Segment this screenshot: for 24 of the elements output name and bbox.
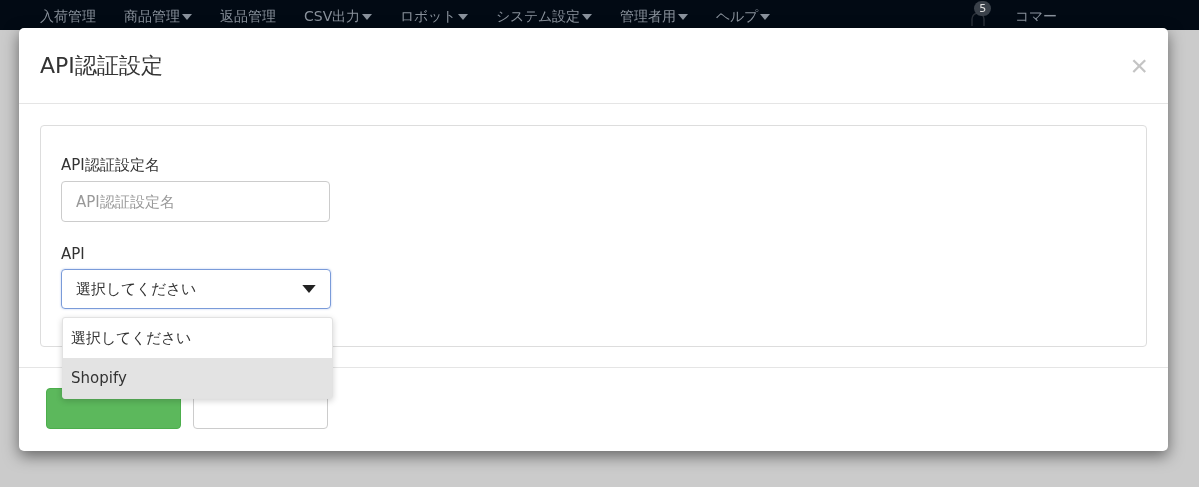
caret-icon [458,14,469,20]
user-menu[interactable]: コマー [1015,8,1058,30]
caret-icon [362,14,373,20]
field-label: API [61,245,86,263]
caret-icon [582,14,593,20]
nav-menu-item[interactable]: 入荷管理 [40,8,96,30]
nav-menu-item[interactable]: 返品管理 [220,8,276,30]
dropdown-option[interactable]: 選択してください [63,318,332,358]
caret-icon [302,285,316,293]
modal-title: API認証設定 [40,51,163,80]
notification-badge: 5 [974,1,992,16]
nav-menu-item[interactable]: 商品管理 [124,8,192,30]
caret-icon [760,14,771,20]
select-field[interactable]: 選択してください [61,269,331,309]
dropdown-option[interactable]: Shopify [63,358,332,398]
nav-menu-item[interactable]: システム設定 [496,8,593,30]
text-field[interactable]: API認証設定名 [61,181,330,222]
caret-icon [678,14,689,20]
nav-menu-item[interactable]: ロボット [400,8,469,30]
field-label: API認証設定名 [61,156,161,175]
nav-menu-item[interactable]: CSV出力 [304,8,373,30]
nav-menu-item[interactable]: 管理者用 [620,8,689,30]
nav-menu-item[interactable]: ヘルプ [716,8,771,30]
caret-icon [182,14,192,20]
